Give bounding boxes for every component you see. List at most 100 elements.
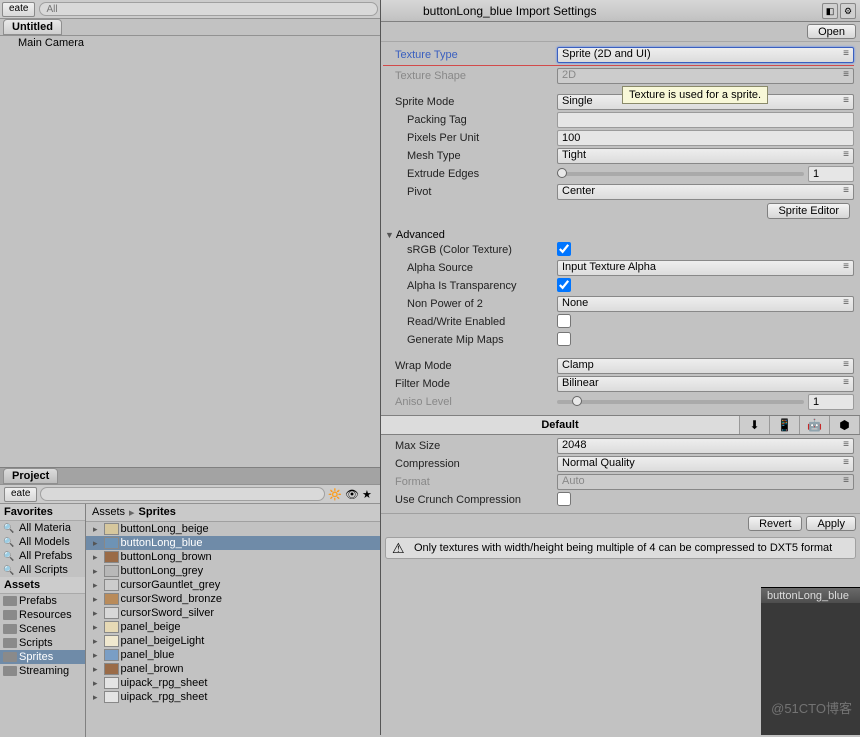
max-size-dropdown[interactable]: 2048 <box>557 438 854 454</box>
project-search[interactable] <box>40 487 325 501</box>
search-options-icon[interactable]: 🔆 <box>328 488 342 500</box>
crumb-leaf[interactable]: Sprites <box>139 506 176 519</box>
watermark: @51CTO博客 <box>771 698 852 717</box>
asset-item[interactable]: ▸cursorSword_silver <box>86 606 380 620</box>
folder-item[interactable]: Resources <box>0 608 85 622</box>
npot-dropdown[interactable]: None <box>557 296 854 312</box>
asset-name: buttonLong_beige <box>121 523 209 535</box>
foldout-icon: ▼ <box>385 230 394 240</box>
preview-title: buttonLong_blue <box>767 590 849 602</box>
scene-name[interactable]: Untitled <box>3 19 62 35</box>
alpha-source-dropdown[interactable]: Input Texture Alpha <box>557 260 854 276</box>
hierarchy-view[interactable]: Main Camera <box>0 36 380 468</box>
platform-default-tab[interactable]: Default <box>381 416 740 434</box>
mesh-type-dropdown[interactable]: Tight <box>557 148 854 164</box>
project-content: Assets ▸ Sprites ▸buttonLong_beige▸butto… <box>86 504 380 737</box>
expand-icon[interactable]: ▸ <box>89 580 102 591</box>
alpha-trans-checkbox[interactable] <box>557 278 571 292</box>
apply-button[interactable]: Apply <box>806 516 856 531</box>
asset-item[interactable]: ▸ uipack_rpg_sheet <box>86 690 380 704</box>
expand-icon[interactable]: ▸ <box>89 678 102 689</box>
platform-standalone-icon[interactable]: ⬇ <box>740 416 770 434</box>
expand-icon[interactable]: ▸ <box>89 608 102 619</box>
create-button[interactable]: eate <box>2 2 35 17</box>
platform-android-icon[interactable]: 🤖 <box>800 416 830 434</box>
crumb-root[interactable]: Assets <box>92 506 125 519</box>
expand-icon[interactable]: ▸ <box>89 552 102 563</box>
asset-item[interactable]: ▸panel_beigeLight <box>86 634 380 648</box>
expand-icon[interactable]: ▸ <box>89 664 102 675</box>
hierarchy-search[interactable] <box>39 2 378 16</box>
texture-type-dropdown[interactable]: Sprite (2D and UI) <box>557 47 854 63</box>
expand-icon[interactable]: ▸ <box>89 538 102 549</box>
expand-icon[interactable]: ▸ <box>89 566 102 577</box>
asset-item[interactable]: ▸panel_blue <box>86 648 380 662</box>
format-label: Format <box>383 476 557 488</box>
folder-item[interactable]: Scenes <box>0 622 85 636</box>
asset-item[interactable]: ▸panel_brown <box>86 662 380 676</box>
asset-item[interactable]: ▸buttonLong_brown <box>86 550 380 564</box>
mipmap-checkbox[interactable] <box>557 332 571 346</box>
crunch-checkbox[interactable] <box>557 492 571 506</box>
favorite-item[interactable]: All Prefabs <box>0 549 85 563</box>
platform-ios-icon[interactable]: 📱 <box>770 416 800 434</box>
revert-button[interactable]: Revert <box>748 516 802 531</box>
asset-item[interactable]: ▸cursorGauntlet_grey <box>86 578 380 592</box>
search-icon <box>3 564 17 576</box>
asset-item[interactable]: ▸cursorSword_bronze <box>86 592 380 606</box>
expand-icon[interactable]: ▸ <box>89 692 102 703</box>
advanced-foldout[interactable]: ▼Advanced <box>383 229 854 241</box>
asset-item[interactable]: ▸buttonLong_grey <box>86 564 380 578</box>
project-sidebar: Favorites All Materia All Models All Pre… <box>0 504 86 737</box>
star-icon[interactable]: ★ <box>362 488 376 500</box>
rw-checkbox[interactable] <box>557 314 571 328</box>
expand-icon[interactable]: ▸ <box>89 622 102 633</box>
inspector-header: buttonLong_blue Import Settings ◧ ⚙ <box>381 0 860 22</box>
compression-dropdown[interactable]: Normal Quality <box>557 456 854 472</box>
aniso-slider <box>557 400 804 404</box>
favorite-item[interactable]: All Materia <box>0 521 85 535</box>
sprite-thumb-icon <box>104 551 119 563</box>
pivot-dropdown[interactable]: Center <box>557 184 854 200</box>
expand-icon[interactable]: ▸ <box>89 636 102 647</box>
project-toolbar: eate 🔆 👁 ★ <box>0 485 380 504</box>
format-dropdown: Auto <box>557 474 854 490</box>
platform-webgl-icon[interactable]: ⬢ <box>830 416 860 434</box>
folder-item-selected[interactable]: Sprites <box>0 650 85 664</box>
filter-mode-dropdown[interactable]: Bilinear <box>557 376 854 392</box>
ppu-field[interactable] <box>557 130 854 146</box>
asset-item[interactable]: ▸ buttonLong_beige <box>86 522 380 536</box>
filter-icon[interactable]: 👁 <box>345 488 359 500</box>
sprite-thumb-icon <box>104 593 119 605</box>
open-button[interactable]: Open <box>807 24 856 39</box>
expand-icon[interactable]: ▸ <box>89 524 102 535</box>
sprite-mode-label: Sprite Mode <box>383 96 557 108</box>
asset-item[interactable]: ▸uipack_rpg_sheet <box>86 676 380 690</box>
extrude-slider[interactable] <box>557 172 804 176</box>
favorite-item[interactable]: All Models <box>0 535 85 549</box>
hierarchy-item[interactable]: Main Camera <box>0 36 380 50</box>
folder-item[interactable]: Scripts <box>0 636 85 650</box>
expand-icon[interactable]: ▸ <box>89 594 102 605</box>
expand-icon[interactable]: ▸ <box>89 650 102 661</box>
texture-type-label: Texture Type <box>383 49 557 61</box>
gear-icon[interactable]: ⚙ <box>840 3 856 19</box>
folder-item[interactable]: Prefabs <box>0 594 85 608</box>
project-tab[interactable]: Project <box>3 468 58 484</box>
preset-icon[interactable]: ◧ <box>822 3 838 19</box>
packing-tag-field[interactable] <box>557 112 854 128</box>
asset-item[interactable]: ▸panel_beige <box>86 620 380 634</box>
favorites-header: Favorites <box>0 504 85 521</box>
ppu-label: Pixels Per Unit <box>383 132 557 144</box>
sprite-editor-button[interactable]: Sprite Editor <box>767 203 850 219</box>
favorite-item[interactable]: All Scripts <box>0 563 85 577</box>
wrap-mode-dropdown[interactable]: Clamp <box>557 358 854 374</box>
extrude-value[interactable] <box>808 166 854 182</box>
srgb-checkbox[interactable] <box>557 242 571 256</box>
asset-item[interactable]: ▸buttonLong_blue <box>86 536 380 550</box>
warning-box: ⚠ Only textures with width/height being … <box>385 537 856 559</box>
create-button-project[interactable]: eate <box>4 487 37 502</box>
asset-name: uipack_rpg_sheet <box>121 691 208 703</box>
folder-item[interactable]: Streaming <box>0 664 85 678</box>
folder-icon <box>3 666 17 676</box>
